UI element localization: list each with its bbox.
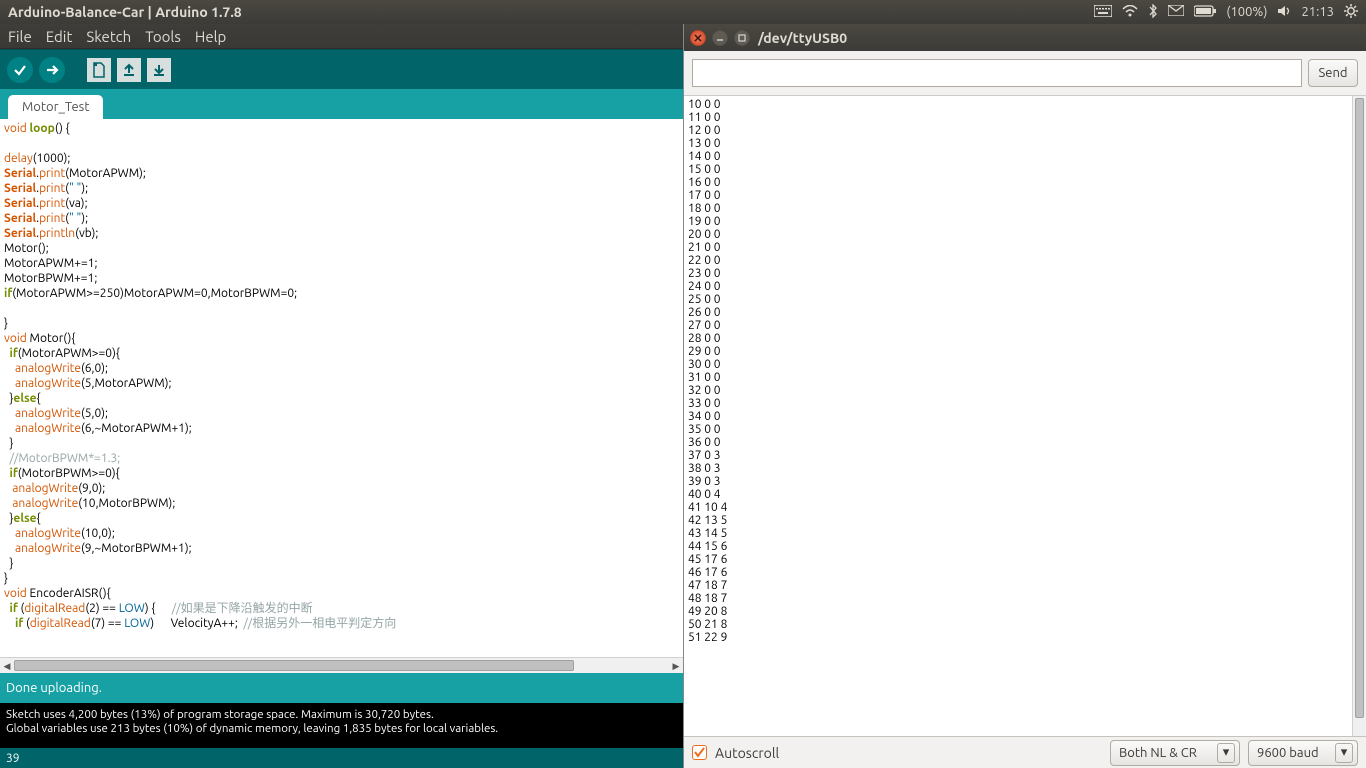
serial-line: 44 15 6: [688, 540, 1362, 553]
system-tray: (100%) 21:13: [1094, 4, 1358, 21]
serial-line: 14 0 0: [688, 150, 1362, 163]
open-button[interactable]: [116, 57, 142, 83]
wifi-icon[interactable]: [1122, 5, 1138, 20]
menubar: File Edit Sketch Tools Help: [0, 24, 683, 49]
serial-line: 41 10 4: [688, 501, 1362, 514]
serial-line: 46 17 6: [688, 566, 1362, 579]
serial-input[interactable]: [692, 59, 1302, 87]
serial-line: 19 0 0: [688, 215, 1362, 228]
system-titlebar: Arduino-Balance-Car | Arduino 1.7.8 (100…: [0, 0, 1366, 24]
serial-vertical-scrollbar[interactable]: [1352, 96, 1366, 736]
serial-line: 15 0 0: [688, 163, 1362, 176]
tab-motor-test[interactable]: Motor_Test: [8, 95, 103, 119]
status-line-number: 39: [0, 748, 683, 768]
serial-line: 37 0 3: [688, 449, 1362, 462]
serial-line: 30 0 0: [688, 358, 1362, 371]
baud-rate-select[interactable]: 9600 baud ▾: [1248, 740, 1358, 766]
serial-line: 12 0 0: [688, 124, 1362, 137]
serial-line: 31 0 0: [688, 371, 1362, 384]
battery-percent: (100%): [1226, 5, 1267, 19]
keyboard-icon[interactable]: [1094, 5, 1112, 20]
serial-input-row: Send: [684, 51, 1366, 95]
serial-line: 29 0 0: [688, 345, 1362, 358]
serial-line: 40 0 4: [688, 488, 1362, 501]
menu-sketch[interactable]: Sketch: [86, 28, 131, 45]
serial-line: 48 18 7: [688, 592, 1362, 605]
serial-line: 33 0 0: [688, 397, 1362, 410]
maximize-icon[interactable]: [734, 30, 750, 46]
status-message: Done uploading.: [0, 673, 683, 703]
mail-icon[interactable]: [1168, 5, 1184, 19]
serial-line: 24 0 0: [688, 280, 1362, 293]
save-button[interactable]: [146, 57, 172, 83]
minimize-icon[interactable]: [712, 30, 728, 46]
serial-line: 11 0 0: [688, 111, 1362, 124]
serial-line: 35 0 0: [688, 423, 1362, 436]
bluetooth-icon[interactable]: [1148, 4, 1158, 21]
serial-line: 20 0 0: [688, 228, 1362, 241]
serial-line: 34 0 0: [688, 410, 1362, 423]
serial-line: 21 0 0: [688, 241, 1362, 254]
serial-line: 42 13 5: [688, 514, 1362, 527]
send-button[interactable]: Send: [1308, 59, 1358, 87]
gear-icon[interactable]: [1344, 4, 1358, 21]
scrollbar-thumb[interactable]: [14, 660, 574, 671]
serial-line: 17 0 0: [688, 189, 1362, 202]
scroll-left-icon[interactable]: ◀: [0, 658, 14, 674]
serial-line: 10 0 0: [688, 98, 1362, 111]
baud-rate-value: 9600 baud: [1257, 746, 1319, 760]
serial-line: 51 22 9: [688, 631, 1362, 644]
serial-line: 49 20 8: [688, 605, 1362, 618]
serial-titlebar: /dev/ttyUSB0: [684, 24, 1366, 51]
serial-line: 36 0 0: [688, 436, 1362, 449]
window-title: Arduino-Balance-Car | Arduino 1.7.8: [8, 4, 1094, 20]
serial-output[interactable]: 10 0 011 0 012 0 013 0 014 0 015 0 016 0…: [684, 95, 1366, 736]
build-console: Sketch uses 4,200 bytes (13%) of program…: [0, 703, 683, 748]
tabbar: Motor_Test: [0, 89, 683, 119]
serial-footer: Autoscroll Both NL & CR ▾ 9600 baud ▾: [684, 736, 1366, 768]
serial-title: /dev/ttyUSB0: [758, 30, 847, 46]
serial-line: 13 0 0: [688, 137, 1362, 150]
battery-icon[interactable]: [1194, 5, 1216, 20]
serial-line: 16 0 0: [688, 176, 1362, 189]
serial-line: 38 0 3: [688, 462, 1362, 475]
serial-line: 18 0 0: [688, 202, 1362, 215]
chevron-down-icon: ▾: [1217, 743, 1235, 763]
scrollbar-thumb[interactable]: [1355, 98, 1364, 718]
serial-line: 47 18 7: [688, 579, 1362, 592]
serial-line: 22 0 0: [688, 254, 1362, 267]
serial-line: 39 0 3: [688, 475, 1362, 488]
menu-help[interactable]: Help: [195, 28, 226, 45]
verify-button[interactable]: [6, 56, 34, 84]
close-icon[interactable]: [690, 30, 706, 46]
toolbar: [0, 49, 683, 89]
serial-line: 45 17 6: [688, 553, 1362, 566]
editor-horizontal-scrollbar[interactable]: ◀ ▶: [0, 657, 683, 673]
serial-line: 23 0 0: [688, 267, 1362, 280]
new-button[interactable]: [86, 57, 112, 83]
serial-line: 32 0 0: [688, 384, 1362, 397]
line-ending-value: Both NL & CR: [1119, 746, 1197, 760]
line-ending-select[interactable]: Both NL & CR ▾: [1110, 740, 1240, 766]
serial-line: 43 14 5: [688, 527, 1362, 540]
autoscroll-checkbox[interactable]: [692, 745, 707, 760]
menu-tools[interactable]: Tools: [145, 28, 181, 45]
upload-button[interactable]: [38, 56, 66, 84]
autoscroll-label: Autoscroll: [715, 745, 779, 761]
serial-line: 50 21 8: [688, 618, 1362, 631]
serial-line: 25 0 0: [688, 293, 1362, 306]
arduino-ide-window: File Edit Sketch Tools Help Motor_Test v…: [0, 24, 683, 768]
scroll-right-icon[interactable]: ▶: [669, 658, 683, 674]
serial-line: 26 0 0: [688, 306, 1362, 319]
serial-line: 27 0 0: [688, 319, 1362, 332]
clock: 21:13: [1301, 5, 1334, 19]
code-editor[interactable]: void loop() { delay(1000); Serial.print(…: [0, 119, 683, 657]
serial-monitor-window: /dev/ttyUSB0 Send 10 0 011 0 012 0 013 0…: [683, 24, 1366, 768]
menu-edit[interactable]: Edit: [46, 28, 73, 45]
serial-line: 28 0 0: [688, 332, 1362, 345]
menu-file[interactable]: File: [8, 28, 32, 45]
chevron-down-icon: ▾: [1335, 743, 1353, 763]
volume-icon[interactable]: [1277, 5, 1291, 20]
